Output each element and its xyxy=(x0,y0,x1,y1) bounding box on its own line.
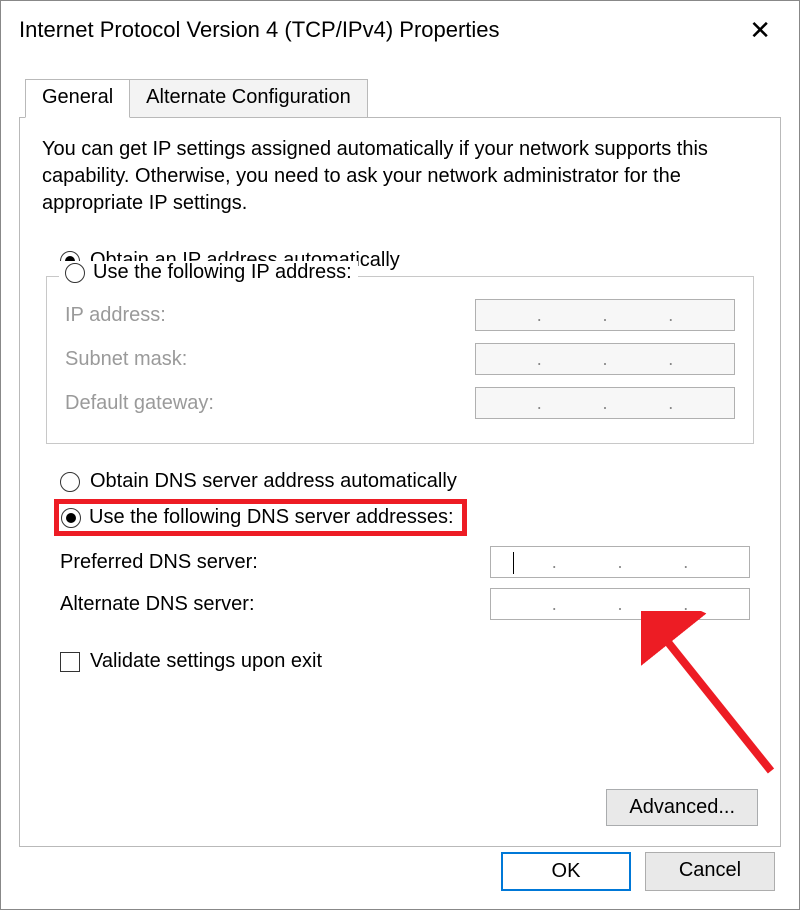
radio-dns-auto-label: Obtain DNS server address automatically xyxy=(90,470,457,493)
dns-section: Obtain DNS server address automatically … xyxy=(46,470,754,620)
description-text: You can get IP settings assigned automat… xyxy=(42,136,758,217)
validate-checkbox[interactable] xyxy=(60,652,80,672)
ip-address-input: ... xyxy=(475,299,735,331)
preferred-dns-label: Preferred DNS server: xyxy=(60,551,258,574)
subnet-mask-label: Subnet mask: xyxy=(65,348,187,371)
ip-manual-fieldset: Use the following IP address: IP address… xyxy=(46,276,754,444)
radio-ip-manual-label: Use the following IP address: xyxy=(93,261,352,284)
cancel-button[interactable]: Cancel xyxy=(645,852,775,891)
tabstrip: General Alternate Configuration xyxy=(1,79,799,117)
advanced-button[interactable]: Advanced... xyxy=(606,789,758,826)
ipv4-properties-dialog: Internet Protocol Version 4 (TCP/IPv4) P… xyxy=(0,0,800,910)
tab-alternate-configuration[interactable]: Alternate Configuration xyxy=(129,79,368,117)
subnet-mask-input: ... xyxy=(475,343,735,375)
radio-ip-manual[interactable] xyxy=(65,263,85,283)
validate-checkbox-label: Validate settings upon exit xyxy=(90,650,322,673)
annotation-highlight: Use the following DNS server addresses: xyxy=(54,499,467,536)
radio-dns-manual-label: Use the following DNS server addresses: xyxy=(89,506,454,529)
alternate-dns-label: Alternate DNS server: xyxy=(60,593,255,616)
titlebar: Internet Protocol Version 4 (TCP/IPv4) P… xyxy=(1,1,799,59)
radio-dns-manual[interactable] xyxy=(61,508,81,528)
ok-button[interactable]: OK xyxy=(501,852,631,891)
validate-checkbox-row[interactable]: Validate settings upon exit xyxy=(60,650,758,673)
dialog-buttons: OK Cancel xyxy=(501,852,775,891)
radio-dns-auto-row[interactable]: Obtain DNS server address automatically xyxy=(60,470,754,493)
tab-panel-general: You can get IP settings assigned automat… xyxy=(19,117,781,847)
default-gateway-input: ... xyxy=(475,387,735,419)
radio-dns-manual-row[interactable]: Use the following DNS server addresses: xyxy=(54,499,754,536)
ip-manual-legend[interactable]: Use the following IP address: xyxy=(59,261,358,284)
radio-dns-auto[interactable] xyxy=(60,472,80,492)
preferred-dns-input[interactable]: ... xyxy=(490,546,750,578)
default-gateway-label: Default gateway: xyxy=(65,392,214,415)
close-icon[interactable]: ✕ xyxy=(739,13,781,47)
window-title: Internet Protocol Version 4 (TCP/IPv4) P… xyxy=(19,17,500,43)
alternate-dns-input[interactable]: ... xyxy=(490,588,750,620)
tab-general[interactable]: General xyxy=(25,79,130,118)
ip-address-label: IP address: xyxy=(65,304,166,327)
